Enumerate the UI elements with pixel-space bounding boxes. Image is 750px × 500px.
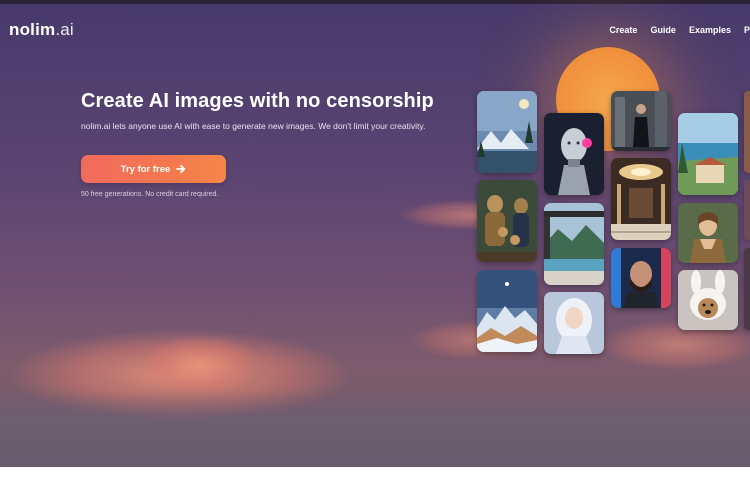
hero-section: nolim.ai Create Guide Examples P Create … (0, 0, 750, 467)
robot-woman-image (544, 113, 604, 195)
try-for-free-label: Try for free (120, 163, 171, 175)
partial-gallery-image (744, 91, 750, 173)
nav-item-examples[interactable]: Examples (689, 25, 731, 35)
brand-logo[interactable]: nolim.ai (9, 20, 74, 40)
brand-suffix: .ai (55, 20, 74, 39)
man-in-suit-city-image (611, 91, 671, 151)
top-nav: Create Guide Examples P (609, 25, 750, 35)
nav-item-create[interactable]: Create (609, 25, 637, 35)
partial-gallery-image (744, 248, 750, 330)
silver-hair-woman-image (544, 292, 604, 354)
try-for-free-button[interactable]: Try for free (81, 155, 226, 183)
partial-gallery-image (744, 180, 750, 240)
arrow-right-icon (176, 164, 186, 174)
renaissance-woman-image (678, 203, 738, 263)
mountain-lake-image (477, 91, 537, 173)
horizon-haze (0, 390, 750, 467)
snowy-peaks-image (477, 270, 537, 352)
free-generations-note: 50 free generations. No credit card requ… (81, 191, 219, 198)
nav-item-pricing[interactable]: P (744, 25, 750, 35)
monkey-family-portrait-image (477, 180, 537, 262)
brand-name: nolim (9, 20, 56, 39)
bearded-man-neon-image (611, 248, 671, 308)
page-subtitle: nolim.ai lets anyone use AI with ease to… (81, 121, 426, 131)
luxury-hall-image (611, 158, 671, 240)
page-title: Create AI images with no censorship (81, 90, 434, 112)
cloud-decoration (140, 335, 260, 395)
coastal-villa-image (678, 113, 738, 195)
modern-house-pool-image (544, 203, 604, 285)
top-border (0, 0, 750, 4)
nav-item-guide[interactable]: Guide (650, 25, 676, 35)
dog-bunny-costume-image (678, 270, 738, 330)
